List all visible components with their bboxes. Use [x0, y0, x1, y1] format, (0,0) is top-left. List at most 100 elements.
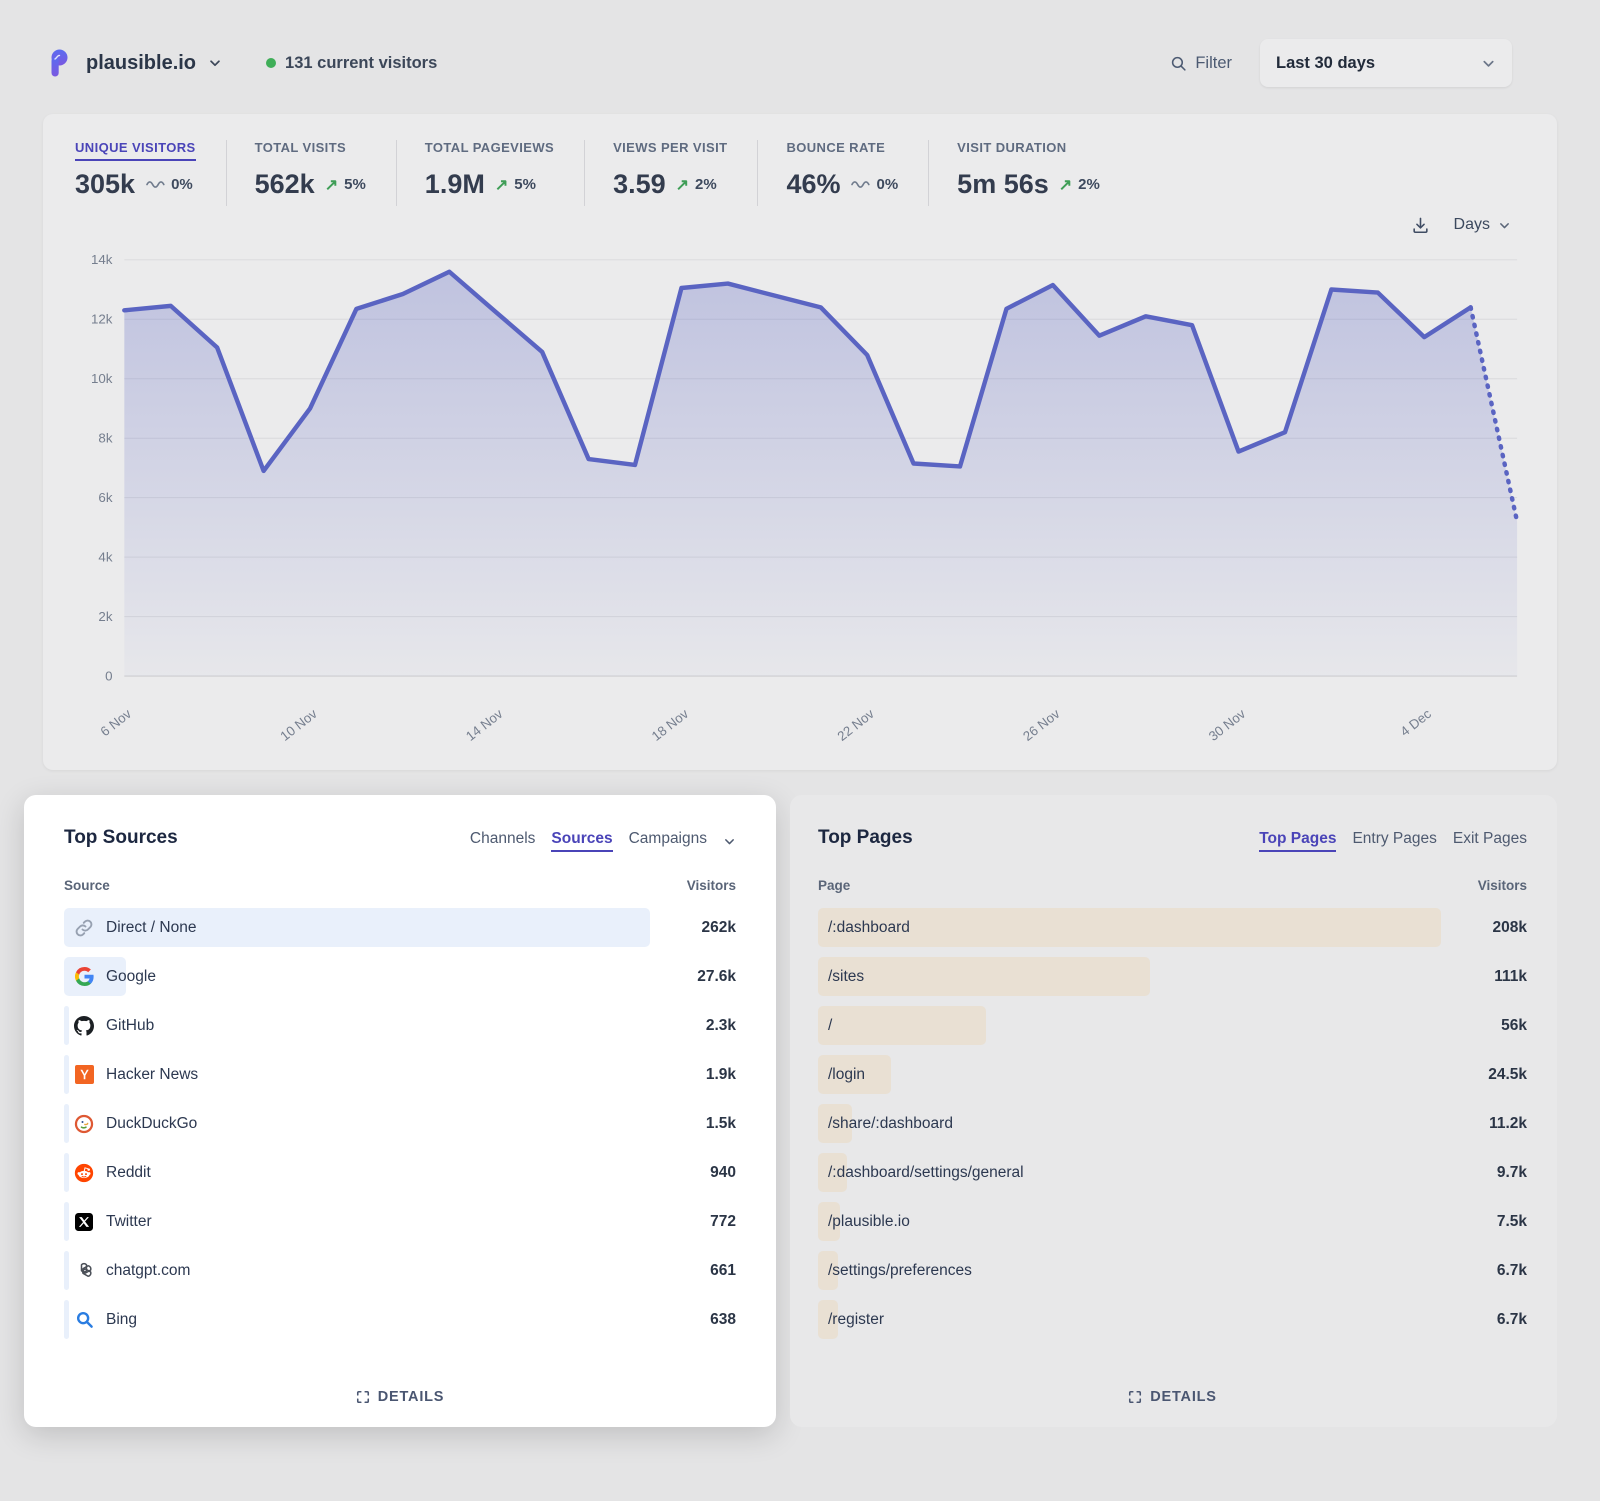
source-row-direct-none[interactable]: Direct / None 262k	[64, 903, 736, 952]
svg-text:10k: 10k	[91, 371, 113, 386]
source-row-github[interactable]: GitHub 2.3k	[64, 1001, 736, 1050]
svg-text:18 Nov: 18 Nov	[649, 706, 692, 744]
value-bar	[818, 1006, 986, 1045]
stat-unique-visitors[interactable]: UNIQUE VISITORS 305k 0%	[75, 140, 226, 206]
stat-trend: 2%	[695, 176, 717, 193]
reddit-icon	[74, 1163, 94, 1183]
svg-text:6k: 6k	[98, 490, 112, 505]
row-value: 27.6k	[650, 968, 736, 986]
sources-details-button[interactable]: DETAILS	[356, 1389, 445, 1405]
page-row-plausible-io[interactable]: /plausible.io 7.5k	[818, 1197, 1527, 1246]
interval-dropdown[interactable]: Days	[1454, 216, 1511, 234]
row-value: 661	[650, 1262, 736, 1280]
top-pages-title: Top Pages	[818, 827, 913, 849]
page-row-root[interactable]: / 56k	[818, 1001, 1527, 1050]
topbar: plausible.io 131 current visitors Filter…	[44, 34, 1512, 92]
stat-label: UNIQUE VISITORS	[75, 140, 196, 161]
search-icon	[1170, 55, 1187, 72]
chevron-down-icon	[1498, 219, 1511, 232]
tab-top-pages[interactable]: Top Pages	[1259, 830, 1336, 852]
svg-text:26 Nov: 26 Nov	[1020, 706, 1063, 744]
tab-channels[interactable]: Channels	[470, 830, 536, 852]
source-row-bing[interactable]: Bing 638	[64, 1295, 736, 1344]
row-value: 24.5k	[1441, 1066, 1527, 1084]
svg-text:10 Nov: 10 Nov	[277, 706, 320, 744]
trend-up-icon: ↗	[1059, 175, 1072, 195]
source-row-duckduckgo[interactable]: DuckDuckGo 1.5k	[64, 1099, 736, 1148]
tab-exit-pages[interactable]: Exit Pages	[1453, 830, 1527, 852]
stat-trend: 0%	[876, 176, 898, 193]
row-label: Reddit	[106, 1164, 151, 1182]
google-icon	[74, 967, 94, 986]
svg-text:6 Nov: 6 Nov	[97, 706, 134, 739]
tab-campaigns[interactable]: Campaigns	[629, 830, 707, 852]
row-label: /settings/preferences	[828, 1262, 972, 1280]
sources-list: Direct / None 262k Google 27.6k GitHub 2…	[64, 903, 736, 1344]
duckduckgo-icon	[74, 1114, 94, 1134]
row-value: 11.2k	[1441, 1115, 1527, 1133]
trend-flat-icon	[850, 179, 870, 190]
col-visitors: Visitors	[687, 878, 736, 893]
row-value: 1.5k	[650, 1115, 736, 1133]
stat-visit-duration[interactable]: VISIT DURATION 5m 56s ↗ 2%	[928, 140, 1130, 206]
link-icon	[74, 918, 94, 938]
row-label: chatgpt.com	[106, 1262, 190, 1280]
page-row-dashboard-settings-general[interactable]: /:dashboard/settings/general 9.7k	[818, 1148, 1527, 1197]
source-row-google[interactable]: Google 27.6k	[64, 952, 736, 1001]
visitors-chart: 14k12k10k8k6k4k2k06 Nov10 Nov14 Nov18 No…	[75, 246, 1525, 744]
filter-label: Filter	[1195, 54, 1232, 73]
svg-text:12k: 12k	[91, 312, 113, 327]
bing-icon	[74, 1310, 94, 1329]
source-row-chatgpt-com[interactable]: chatgpt.com 661	[64, 1246, 736, 1295]
col-page: Page	[818, 878, 850, 893]
source-row-reddit[interactable]: Reddit 940	[64, 1148, 736, 1197]
site-switcher[interactable]: plausible.io	[44, 48, 222, 78]
row-label: /plausible.io	[828, 1213, 910, 1231]
filter-button[interactable]: Filter	[1170, 54, 1232, 73]
stat-total-visits[interactable]: TOTAL VISITS 562k ↗ 5%	[226, 140, 396, 206]
row-label: Direct / None	[106, 919, 196, 937]
stat-value: 1.9M	[425, 169, 485, 200]
page-row-sites[interactable]: /sites 111k	[818, 952, 1527, 1001]
download-icon[interactable]	[1411, 216, 1430, 235]
trend-up-icon: ↗	[325, 175, 338, 195]
visitors-chart-svg: 14k12k10k8k6k4k2k06 Nov10 Nov14 Nov18 No…	[75, 246, 1525, 744]
row-label: Hacker News	[106, 1066, 198, 1084]
current-visitors[interactable]: 131 current visitors	[266, 54, 437, 73]
pages-details-button[interactable]: DETAILS	[1128, 1389, 1217, 1405]
row-label: /:dashboard/settings/general	[828, 1164, 1024, 1182]
tab-entry-pages[interactable]: Entry Pages	[1352, 830, 1436, 852]
expand-icon	[1128, 1390, 1142, 1404]
interval-label: Days	[1454, 216, 1490, 234]
date-range-dropdown[interactable]: Last 30 days	[1260, 39, 1512, 87]
row-value: 9.7k	[1441, 1164, 1527, 1182]
stat-total-pageviews[interactable]: TOTAL PAGEVIEWS 1.9M ↗ 5%	[396, 140, 584, 206]
hackernews-icon	[74, 1065, 94, 1084]
row-value: 772	[650, 1213, 736, 1231]
page-row-login[interactable]: /login 24.5k	[818, 1050, 1527, 1099]
page-row-dashboard[interactable]: /:dashboard 208k	[818, 903, 1527, 952]
svg-text:14k: 14k	[91, 252, 113, 267]
chevron-down-icon[interactable]	[723, 835, 736, 848]
row-label: Google	[106, 968, 156, 986]
tab-sources[interactable]: Sources	[551, 830, 612, 852]
source-row-hacker-news[interactable]: Hacker News 1.9k	[64, 1050, 736, 1099]
row-label: /sites	[828, 968, 864, 986]
page-row-settings-preferences[interactable]: /settings/preferences 6.7k	[818, 1246, 1527, 1295]
stat-label: TOTAL PAGEVIEWS	[425, 140, 554, 161]
row-value: 6.7k	[1441, 1311, 1527, 1329]
plausible-logo	[44, 48, 74, 78]
stat-views-per-visit[interactable]: VIEWS PER VISIT 3.59 ↗ 2%	[584, 140, 757, 206]
row-value: 208k	[1441, 919, 1527, 937]
row-label: /register	[828, 1311, 884, 1329]
stat-bounce-rate[interactable]: BOUNCE RATE 46% 0%	[757, 140, 928, 206]
chevron-down-icon	[208, 56, 222, 70]
page-row-share-dashboard[interactable]: /share/:dashboard 11.2k	[818, 1099, 1527, 1148]
trend-up-icon: ↗	[495, 175, 508, 195]
stat-value: 305k	[75, 169, 135, 200]
page-row-register[interactable]: /register 6.7k	[818, 1295, 1527, 1344]
site-name: plausible.io	[86, 52, 196, 75]
stat-trend: 5%	[514, 176, 536, 193]
row-value: 262k	[650, 919, 736, 937]
source-row-twitter[interactable]: Twitter 772	[64, 1197, 736, 1246]
